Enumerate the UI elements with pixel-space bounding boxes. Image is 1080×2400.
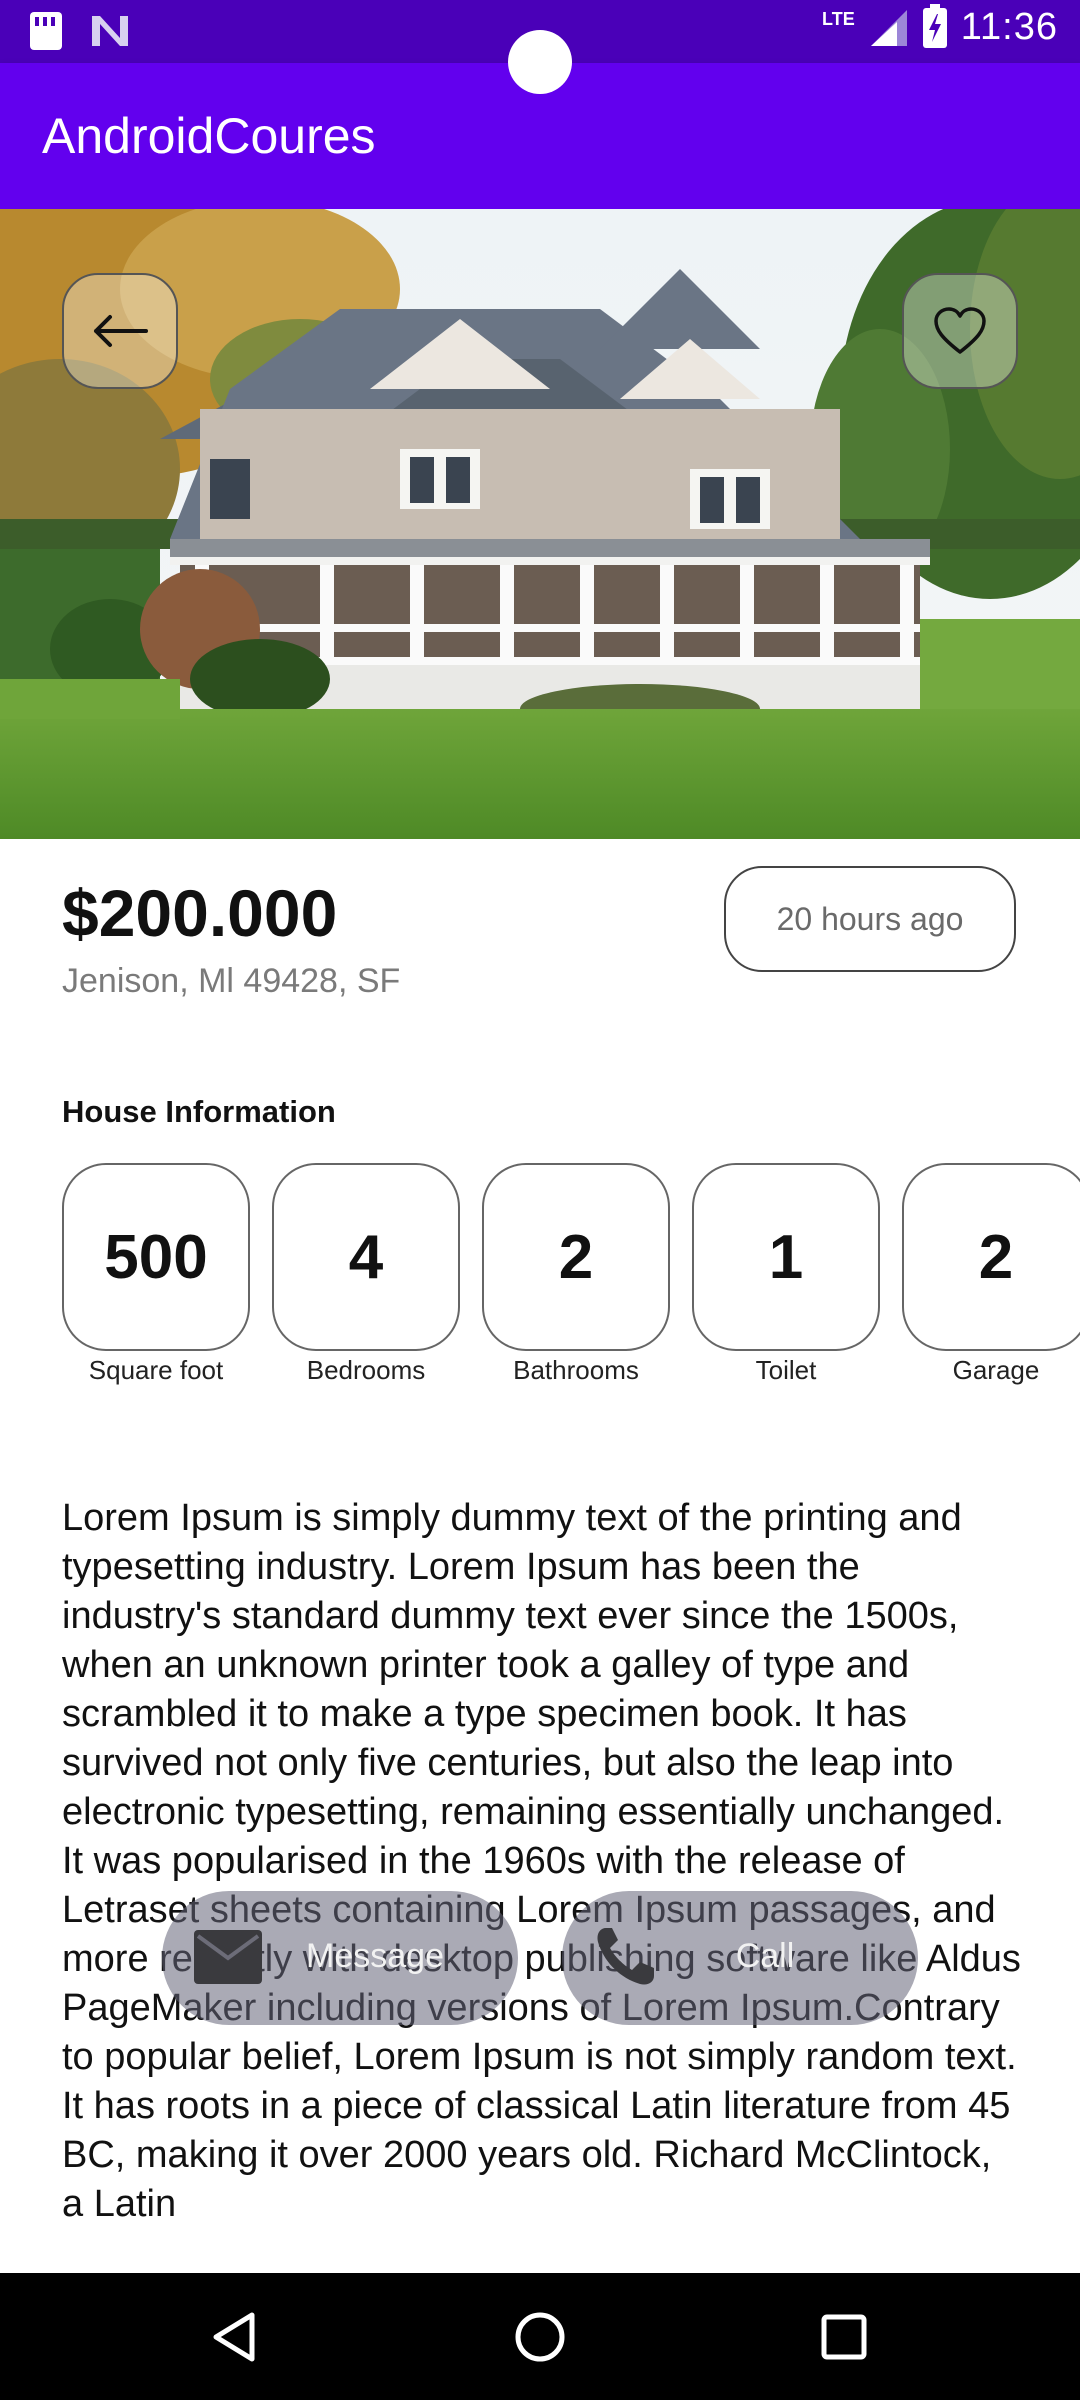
nav-recents-icon[interactable] <box>814 2307 874 2367</box>
battery-charging-icon <box>922 3 947 48</box>
nav-home-icon[interactable] <box>510 2307 570 2367</box>
info-value: 2 <box>902 1163 1080 1351</box>
screen: LTE 11:36 AndroidCoures $200.000 Jenison… <box>0 0 1080 2400</box>
heart-outline-icon <box>934 307 986 354</box>
n-icon <box>92 16 128 46</box>
info-label: Bathrooms <box>513 1355 639 1385</box>
message-label: Message <box>306 1937 444 1975</box>
house-information-heading: House Information <box>62 1094 336 1129</box>
message-button[interactable]: Message <box>162 1891 518 2025</box>
info-label: Toilet <box>755 1355 817 1385</box>
description-text: Lorem Ipsum is simply dummy text of the … <box>62 1497 1021 2225</box>
info-value: 2 <box>482 1163 670 1351</box>
info-card-bathrooms: 2 Bathrooms <box>482 1163 670 1386</box>
signal-icon <box>870 9 907 46</box>
info-label: Square foot <box>88 1355 224 1385</box>
nav-back-icon[interactable] <box>206 2307 266 2367</box>
listing-price: $200.000 <box>62 876 338 950</box>
call-button[interactable]: Call <box>562 1891 918 2025</box>
system-nav-bar <box>0 2273 1080 2400</box>
info-card-square-foot: 500 Square foot <box>62 1163 250 1386</box>
posted-time-badge: 20 hours ago <box>724 866 1016 972</box>
app-title: AndroidCoures <box>42 108 376 164</box>
arrow-left-icon <box>94 315 148 347</box>
listing-address: Jenison, Ml 49428, SF <box>62 962 401 1000</box>
info-value: 1 <box>692 1163 880 1351</box>
info-label: Bedrooms <box>306 1355 426 1385</box>
sd-card-icon <box>30 12 62 50</box>
clock: 11:36 <box>960 6 1058 48</box>
back-button[interactable] <box>62 273 178 389</box>
house-info-list[interactable]: 500 Square foot 4 Bedrooms 2 Bathrooms 1… <box>62 1163 1080 1393</box>
favorite-button[interactable] <box>902 273 1018 389</box>
info-card-bedrooms: 4 Bedrooms <box>272 1163 460 1386</box>
info-card-toilet: 1 Toilet <box>692 1163 880 1386</box>
lte-icon: LTE <box>822 9 855 29</box>
camera-cutout <box>508 30 572 94</box>
info-value: 4 <box>272 1163 460 1351</box>
info-value: 500 <box>62 1163 250 1351</box>
info-card-garage: 2 Garage <box>902 1163 1080 1386</box>
info-label: Garage <box>952 1355 1040 1385</box>
call-label: Call <box>735 1937 795 1975</box>
house-photo <box>0 209 1080 839</box>
